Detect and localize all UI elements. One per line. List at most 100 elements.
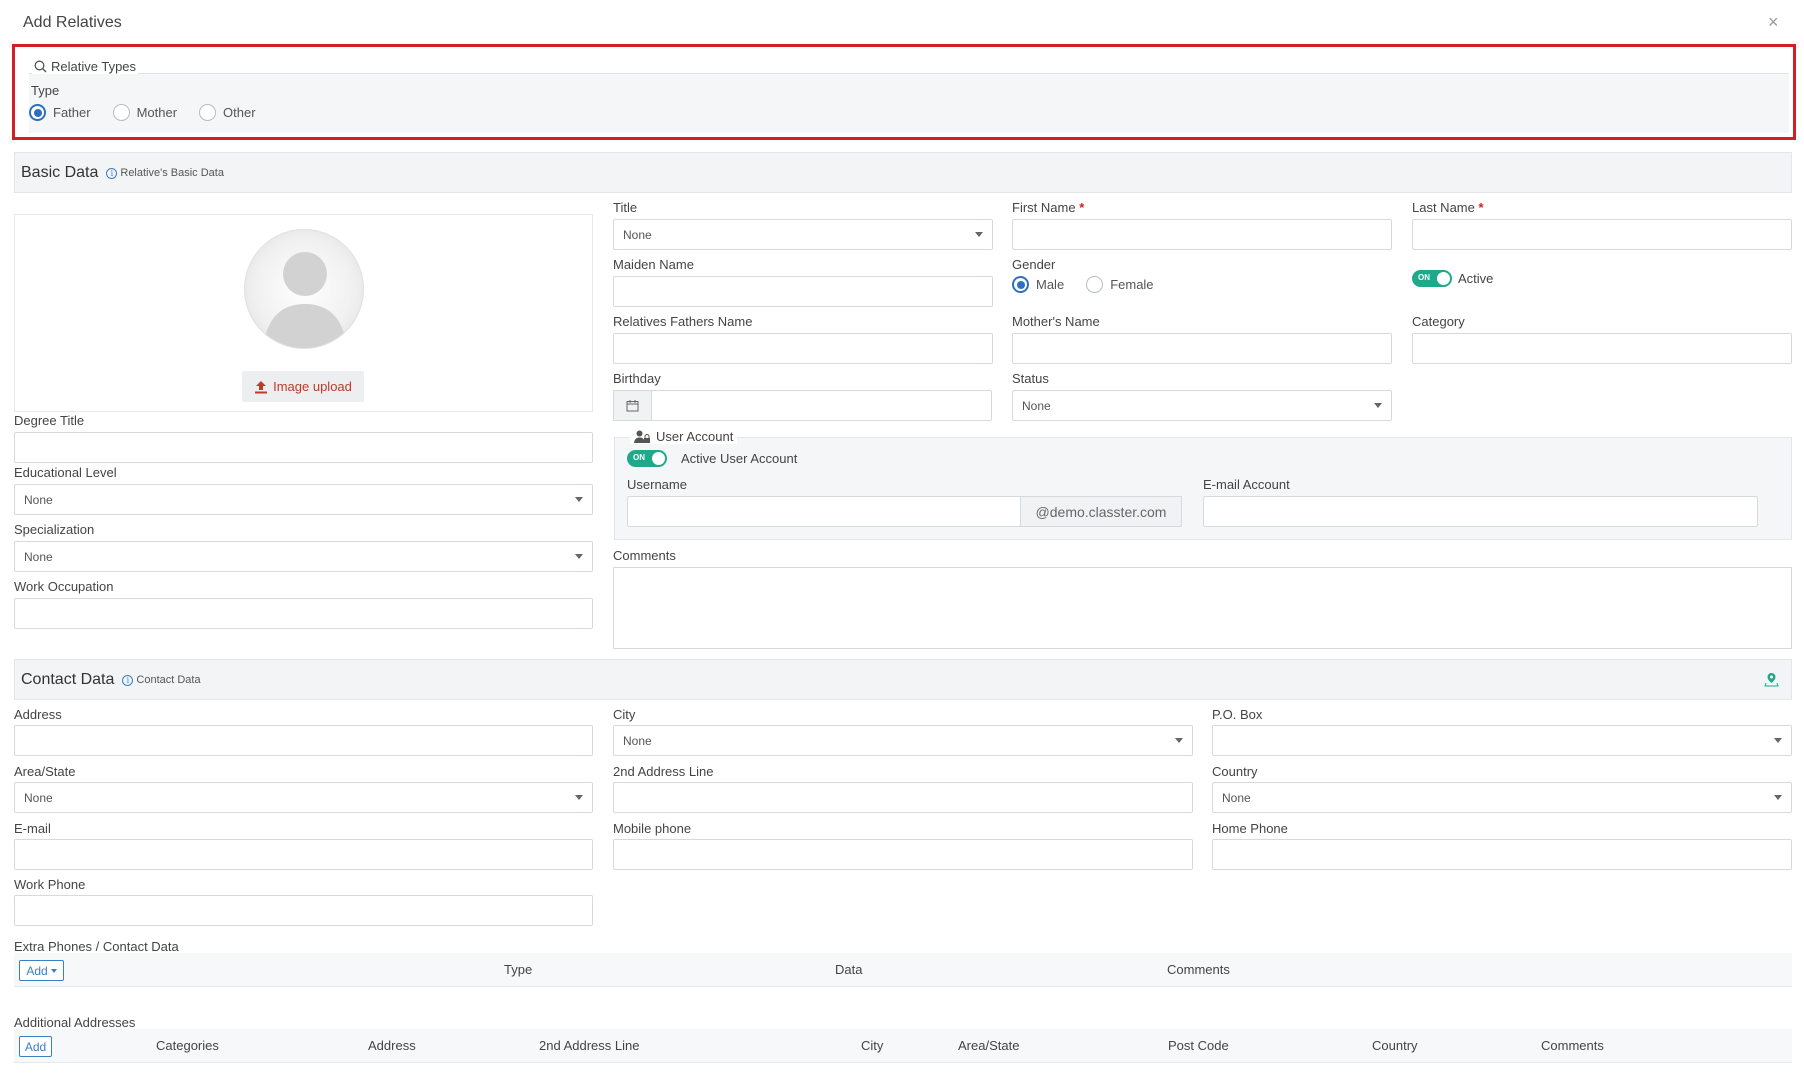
educational-level-select[interactable]: None	[14, 484, 593, 515]
birthday-input[interactable]	[651, 390, 992, 421]
column-header: Categories	[156, 1038, 219, 1053]
username-input[interactable]	[627, 496, 1021, 527]
upload-icon	[255, 380, 268, 393]
modal-title: Add Relatives	[23, 14, 122, 31]
search-icon	[34, 60, 47, 73]
column-header: Type	[504, 962, 533, 977]
degree-title-label: Degree Title	[14, 413, 85, 428]
relative-types-section	[12, 44, 1796, 140]
comments-textarea[interactable]	[613, 567, 1792, 649]
select-value: None	[623, 733, 652, 748]
country-select[interactable]: None	[1212, 782, 1792, 813]
additional-addresses-add-button[interactable]: Add	[19, 1036, 52, 1057]
mobile-phone-label: Mobile phone	[613, 821, 692, 836]
radio-father[interactable]	[29, 104, 46, 121]
radio-male[interactable]	[1012, 276, 1029, 293]
country-label: Country	[1212, 764, 1258, 779]
column-header: Area/State	[958, 1038, 1020, 1053]
radio-mother[interactable]	[112, 104, 130, 121]
last-name-label: Last Name *	[1412, 200, 1484, 215]
chevron-down-icon	[575, 497, 583, 502]
po-box-label: P.O. Box	[1212, 707, 1263, 722]
additional-addresses-table-header	[14, 1029, 1792, 1063]
select-value: None	[623, 227, 652, 242]
fathers-name-input[interactable]	[613, 333, 993, 364]
status-label: Status	[1012, 371, 1049, 386]
specialization-select[interactable]: None	[14, 541, 593, 572]
username-label: Username	[627, 477, 687, 492]
subtitle-text: Contact Data	[136, 674, 201, 686]
required-marker: *	[1079, 200, 1085, 215]
degree-title-input[interactable]	[14, 432, 593, 463]
address2-input[interactable]	[613, 782, 1193, 813]
title-select[interactable]: None	[613, 219, 993, 250]
work-phone-label: Work Phone	[14, 877, 86, 892]
radio-label: Mother	[136, 105, 178, 120]
mothers-name-input[interactable]	[1012, 333, 1392, 364]
column-header: Address	[368, 1038, 416, 1053]
column-header: Post Code	[1168, 1038, 1229, 1053]
gender-option-male[interactable]: Male	[1012, 276, 1064, 293]
home-phone-input[interactable]	[1212, 839, 1792, 870]
chevron-down-icon	[975, 232, 983, 237]
image-upload-button[interactable]: Image upload	[242, 371, 364, 402]
person-silhouette-icon	[263, 252, 347, 348]
user-account-legend: User Account	[630, 429, 738, 444]
contact-data-header: Contact Data i Contact Data	[14, 659, 1792, 700]
work-phone-input[interactable]	[14, 895, 593, 926]
image-upload-label: Image upload	[273, 379, 352, 394]
select-value: None	[1222, 790, 1251, 805]
home-phone-label: Home Phone	[1212, 821, 1288, 836]
toggle-on-text: ON	[633, 453, 645, 462]
active-toggle[interactable]: ON	[1412, 270, 1452, 287]
city-label: City	[613, 707, 636, 722]
type-option-mother[interactable]: Mother	[112, 104, 178, 121]
toggle-knob	[652, 452, 665, 465]
last-name-input[interactable]	[1412, 219, 1792, 250]
area-state-select[interactable]: None	[14, 782, 593, 813]
maiden-name-input[interactable]	[613, 276, 993, 307]
extra-phones-label: Extra Phones / Contact Data	[14, 939, 179, 954]
radio-female[interactable]	[1086, 276, 1104, 293]
relative-types-legend-text: Relative Types	[51, 59, 137, 74]
toggle-on-text: ON	[1418, 273, 1430, 282]
user-account-legend-text: User Account	[656, 429, 734, 444]
status-select[interactable]: None	[1012, 390, 1392, 421]
toggle-knob	[1437, 272, 1450, 285]
radio-label: Father	[53, 105, 91, 120]
address-input[interactable]	[14, 725, 593, 756]
extra-phones-add-button[interactable]: Add	[19, 960, 64, 981]
radio-label: Female	[1110, 277, 1154, 292]
column-header: Comments	[1167, 962, 1230, 977]
calendar-button[interactable]	[613, 390, 652, 421]
gender-label: Gender	[1012, 257, 1056, 272]
category-input[interactable]	[1412, 333, 1792, 364]
info-icon: i	[122, 674, 134, 686]
add-label: Add	[26, 963, 48, 978]
po-box-select[interactable]	[1212, 725, 1792, 756]
work-occupation-input[interactable]	[14, 598, 593, 629]
mobile-phone-input[interactable]	[613, 839, 1193, 870]
birthday-label: Birthday	[613, 371, 661, 386]
type-option-other[interactable]: Other	[199, 104, 256, 121]
avatar	[244, 229, 364, 349]
email-input[interactable]	[14, 839, 593, 870]
city-select[interactable]: None	[613, 725, 1193, 756]
type-option-father[interactable]: Father	[29, 104, 91, 121]
column-header: Data	[835, 962, 863, 977]
username-domain-suffix: @demo.classter.com	[1020, 496, 1182, 527]
chevron-down-icon	[575, 554, 583, 559]
comments-label: Comments	[613, 548, 676, 563]
radio-label: Other	[223, 105, 256, 120]
email-account-input[interactable]	[1203, 496, 1758, 527]
radio-other[interactable]	[199, 104, 217, 121]
active-user-account-toggle[interactable]: ON	[627, 450, 667, 467]
mothers-name-label: Mother's Name	[1012, 314, 1100, 329]
gender-option-female[interactable]: Female	[1086, 276, 1154, 293]
close-icon[interactable]: ×	[1768, 12, 1779, 33]
first-name-input[interactable]	[1012, 219, 1392, 250]
fathers-name-label: Relatives Fathers Name	[613, 314, 753, 329]
chevron-down-icon	[1774, 795, 1782, 800]
map-pin-icon[interactable]	[1764, 672, 1779, 687]
info-icon: i	[106, 167, 118, 179]
